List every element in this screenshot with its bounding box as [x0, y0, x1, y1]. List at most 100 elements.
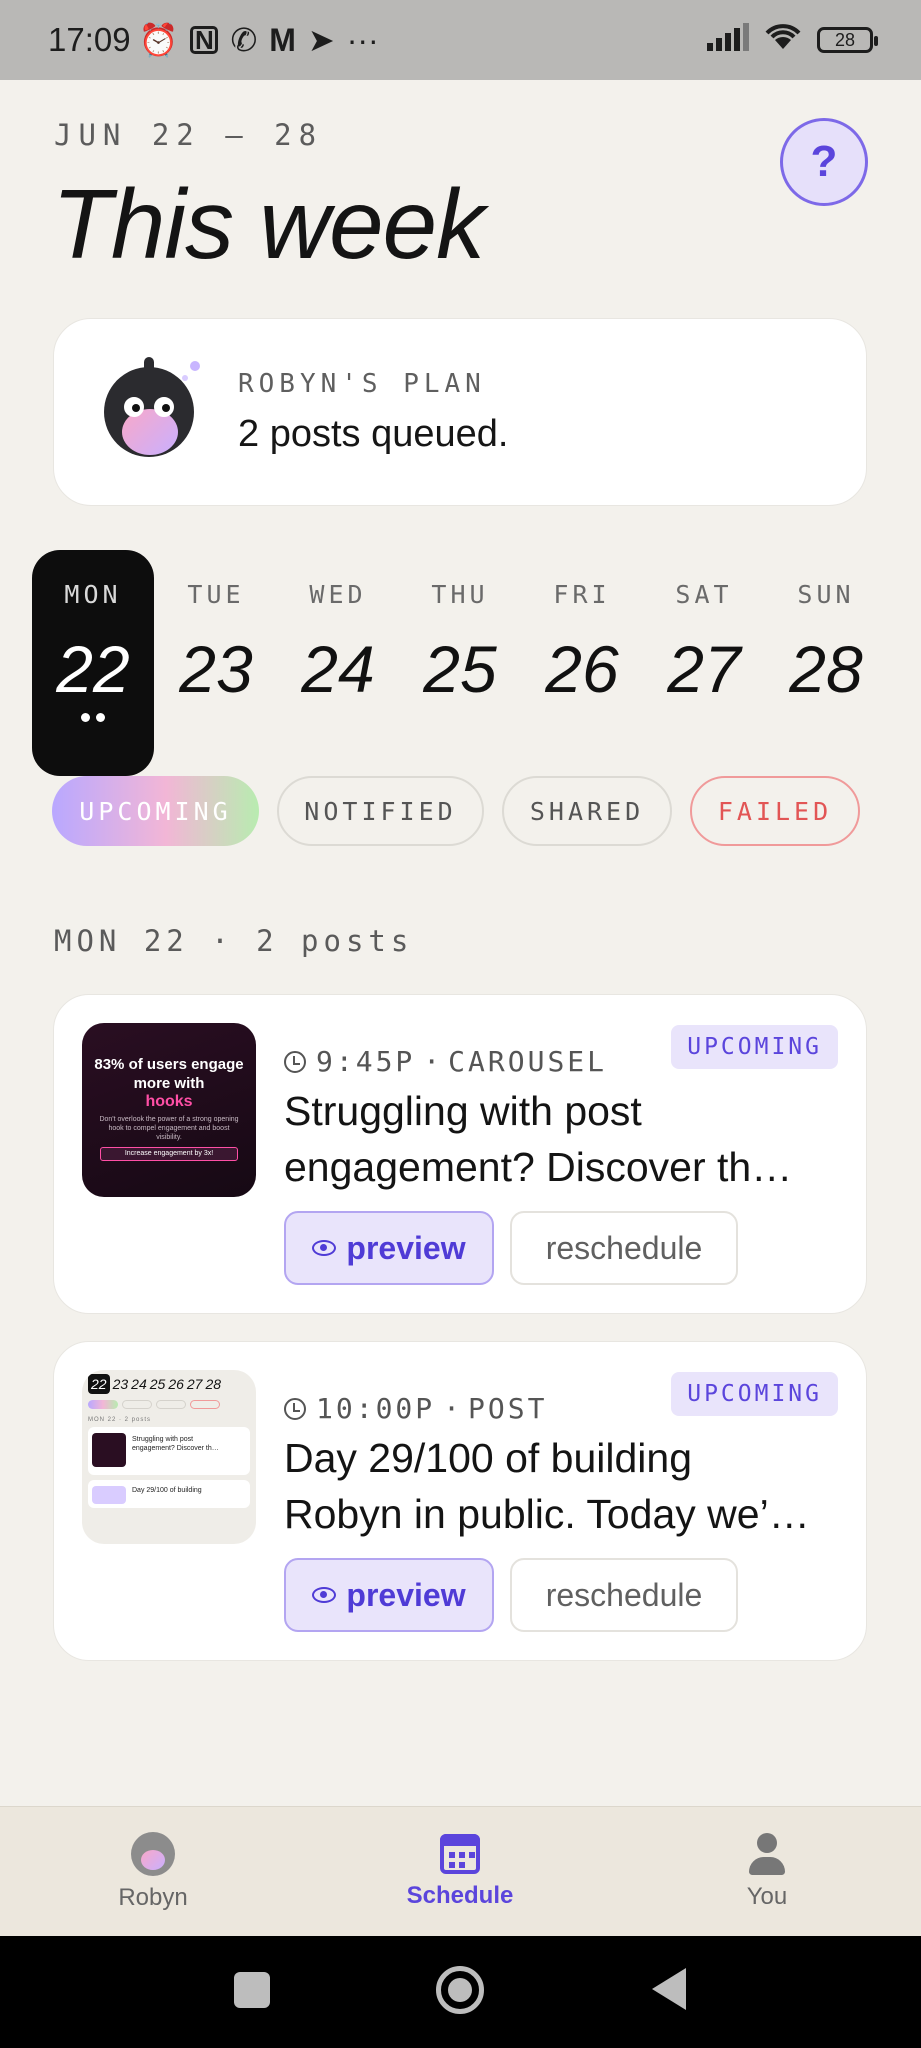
recents-button[interactable]: [234, 1972, 270, 2008]
robyn-avatar-icon: [131, 1832, 175, 1876]
thumb-day: 26: [168, 1376, 184, 1392]
home-button[interactable]: [436, 1966, 484, 2014]
thumb-cta: Increase engagement by 3x!: [100, 1147, 238, 1161]
eye-icon: [312, 1240, 337, 1256]
day-number: 24: [301, 632, 375, 706]
reschedule-button[interactable]: reschedule: [510, 1211, 738, 1285]
plan-summary: 2 posts queued.: [238, 412, 509, 455]
help-button[interactable]: ?: [780, 118, 868, 206]
eye-icon: [312, 1587, 337, 1603]
thumb-day: 25: [149, 1376, 166, 1392]
day-number: 28: [789, 632, 863, 706]
caption-line: engagement? Discover th…: [284, 1144, 793, 1190]
day-mon[interactable]: MON 22: [32, 550, 154, 776]
thumb-body: Don't overlook the power of a strong ope…: [99, 1116, 239, 1141]
thumb-day: 22: [88, 1374, 110, 1394]
plan-label: ROBYN'S PLAN: [238, 368, 486, 399]
day-name: FRI: [553, 580, 611, 609]
nav-label: Robyn: [118, 1884, 188, 1911]
date-range: JUN 22 — 28: [54, 118, 324, 152]
day-number: 23: [179, 632, 253, 706]
nav-label: Schedule: [406, 1882, 514, 1909]
post-caption: Struggling with post engagement? Discove…: [284, 1083, 844, 1195]
day-fri[interactable]: FRI 26: [521, 550, 643, 776]
post-type: POST: [468, 1392, 548, 1425]
status-badge: UPCOMING: [671, 1372, 838, 1416]
status-time: 17:09: [48, 21, 131, 58]
day-name: THU: [431, 580, 489, 609]
day-name: WED: [309, 580, 367, 609]
preview-button[interactable]: preview: [284, 1558, 494, 1632]
status-filters: UPCOMING NOTIFIED SHARED FAILED: [52, 776, 860, 846]
post-meta: 10:00P · POST: [284, 1392, 547, 1425]
post-caption: Day 29/100 of building Robyn in public. …: [284, 1430, 844, 1542]
nav-you[interactable]: You: [667, 1807, 867, 1937]
alarm-icon: ⏰: [138, 22, 179, 58]
clock-icon: [284, 1050, 306, 1073]
thumb-label: MON 22 · 2 posts: [88, 1417, 152, 1423]
status-bar: 17:09 ⏰ N ✆ M ➤ ··· 28: [0, 0, 921, 80]
caption-line: Day 29/100 of building: [284, 1435, 693, 1481]
back-button[interactable]: [652, 1968, 686, 2010]
post-thumbnail[interactable]: 22 23 24 25 26 27 28 MON 22 · 2 posts St…: [82, 1370, 256, 1544]
day-number: 26: [545, 632, 619, 706]
preview-label: preview: [346, 1229, 466, 1266]
thumb-day: 27: [186, 1376, 203, 1392]
notification-icons: ⏰ N ✆ M ➤ ···: [139, 21, 379, 59]
day-name: TUE: [187, 580, 245, 609]
battery-icon: 28: [817, 27, 878, 53]
thumb-day: 24: [131, 1376, 147, 1392]
post-card[interactable]: 22 23 24 25 26 27 28 MON 22 · 2 posts St…: [53, 1341, 867, 1661]
thumb-day: 23: [112, 1376, 129, 1392]
robyn-avatar-icon: [104, 357, 200, 457]
caption-line: Robyn in public. Today we’…: [284, 1491, 810, 1537]
thumb-day: 28: [205, 1376, 222, 1392]
post-type: CAROUSEL: [448, 1045, 608, 1078]
status-badge: UPCOMING: [671, 1025, 838, 1069]
day-number: 27: [667, 632, 741, 706]
nav-schedule[interactable]: Schedule: [360, 1807, 560, 1937]
nfc-icon: N: [190, 25, 219, 55]
thumb-headline: 83% of users engage more with: [94, 1056, 244, 1092]
filter-notified[interactable]: NOTIFIED: [277, 776, 484, 846]
thumb-screenshot: 22 23 24 25 26 27 28 MON 22 · 2 posts St…: [88, 1374, 250, 1508]
whatsapp-icon: ✆: [230, 22, 258, 58]
day-sat[interactable]: SAT 27: [643, 550, 765, 776]
calendar-icon: [440, 1834, 480, 1874]
post-time: 9:45P: [316, 1045, 416, 1078]
filter-failed[interactable]: FAILED: [690, 776, 860, 846]
caption-line: Struggling with post: [284, 1088, 642, 1134]
thumb-card-text: Day 29/100 of building: [132, 1487, 202, 1494]
gmail-icon: M: [269, 21, 296, 58]
preview-button[interactable]: preview: [284, 1211, 494, 1285]
day-tue[interactable]: TUE 23: [155, 550, 277, 776]
preview-label: preview: [346, 1576, 466, 1613]
post-card[interactable]: 83% of users engage more with hooks Don'…: [53, 994, 867, 1314]
more-icon: ···: [346, 21, 379, 58]
page-title: This week: [52, 169, 485, 279]
filter-upcoming[interactable]: UPCOMING: [52, 776, 259, 846]
telegram-icon: ➤: [307, 22, 335, 58]
post-time: 10:00P: [316, 1392, 436, 1425]
signal-icon: [707, 22, 749, 59]
day-number: 25: [423, 632, 497, 706]
filter-shared[interactable]: SHARED: [502, 776, 672, 846]
day-name: SUN: [797, 580, 855, 609]
day-wed[interactable]: WED 24: [277, 550, 399, 776]
day-sun[interactable]: SUN 28: [765, 550, 887, 776]
plan-card[interactable]: ROBYN'S PLAN 2 posts queued.: [53, 318, 867, 506]
person-icon: [747, 1833, 787, 1875]
reschedule-button[interactable]: reschedule: [510, 1558, 738, 1632]
thumb-highlight: hooks: [145, 1093, 193, 1110]
post-dots: [81, 713, 105, 722]
day-name: SAT: [675, 580, 733, 609]
system-nav-bar: [0, 1936, 921, 2048]
thumb-card-text: Struggling with post engagement? Discove…: [132, 1436, 219, 1452]
day-thu[interactable]: THU 25: [399, 550, 521, 776]
bottom-nav: Robyn Schedule You: [0, 1806, 921, 1936]
clock-icon: [284, 1397, 306, 1420]
post-meta: 9:45P · CAROUSEL: [284, 1045, 607, 1078]
day-number: 22: [56, 632, 130, 706]
nav-robyn[interactable]: Robyn: [53, 1807, 253, 1937]
post-thumbnail[interactable]: 83% of users engage more with hooks Don'…: [82, 1023, 256, 1197]
